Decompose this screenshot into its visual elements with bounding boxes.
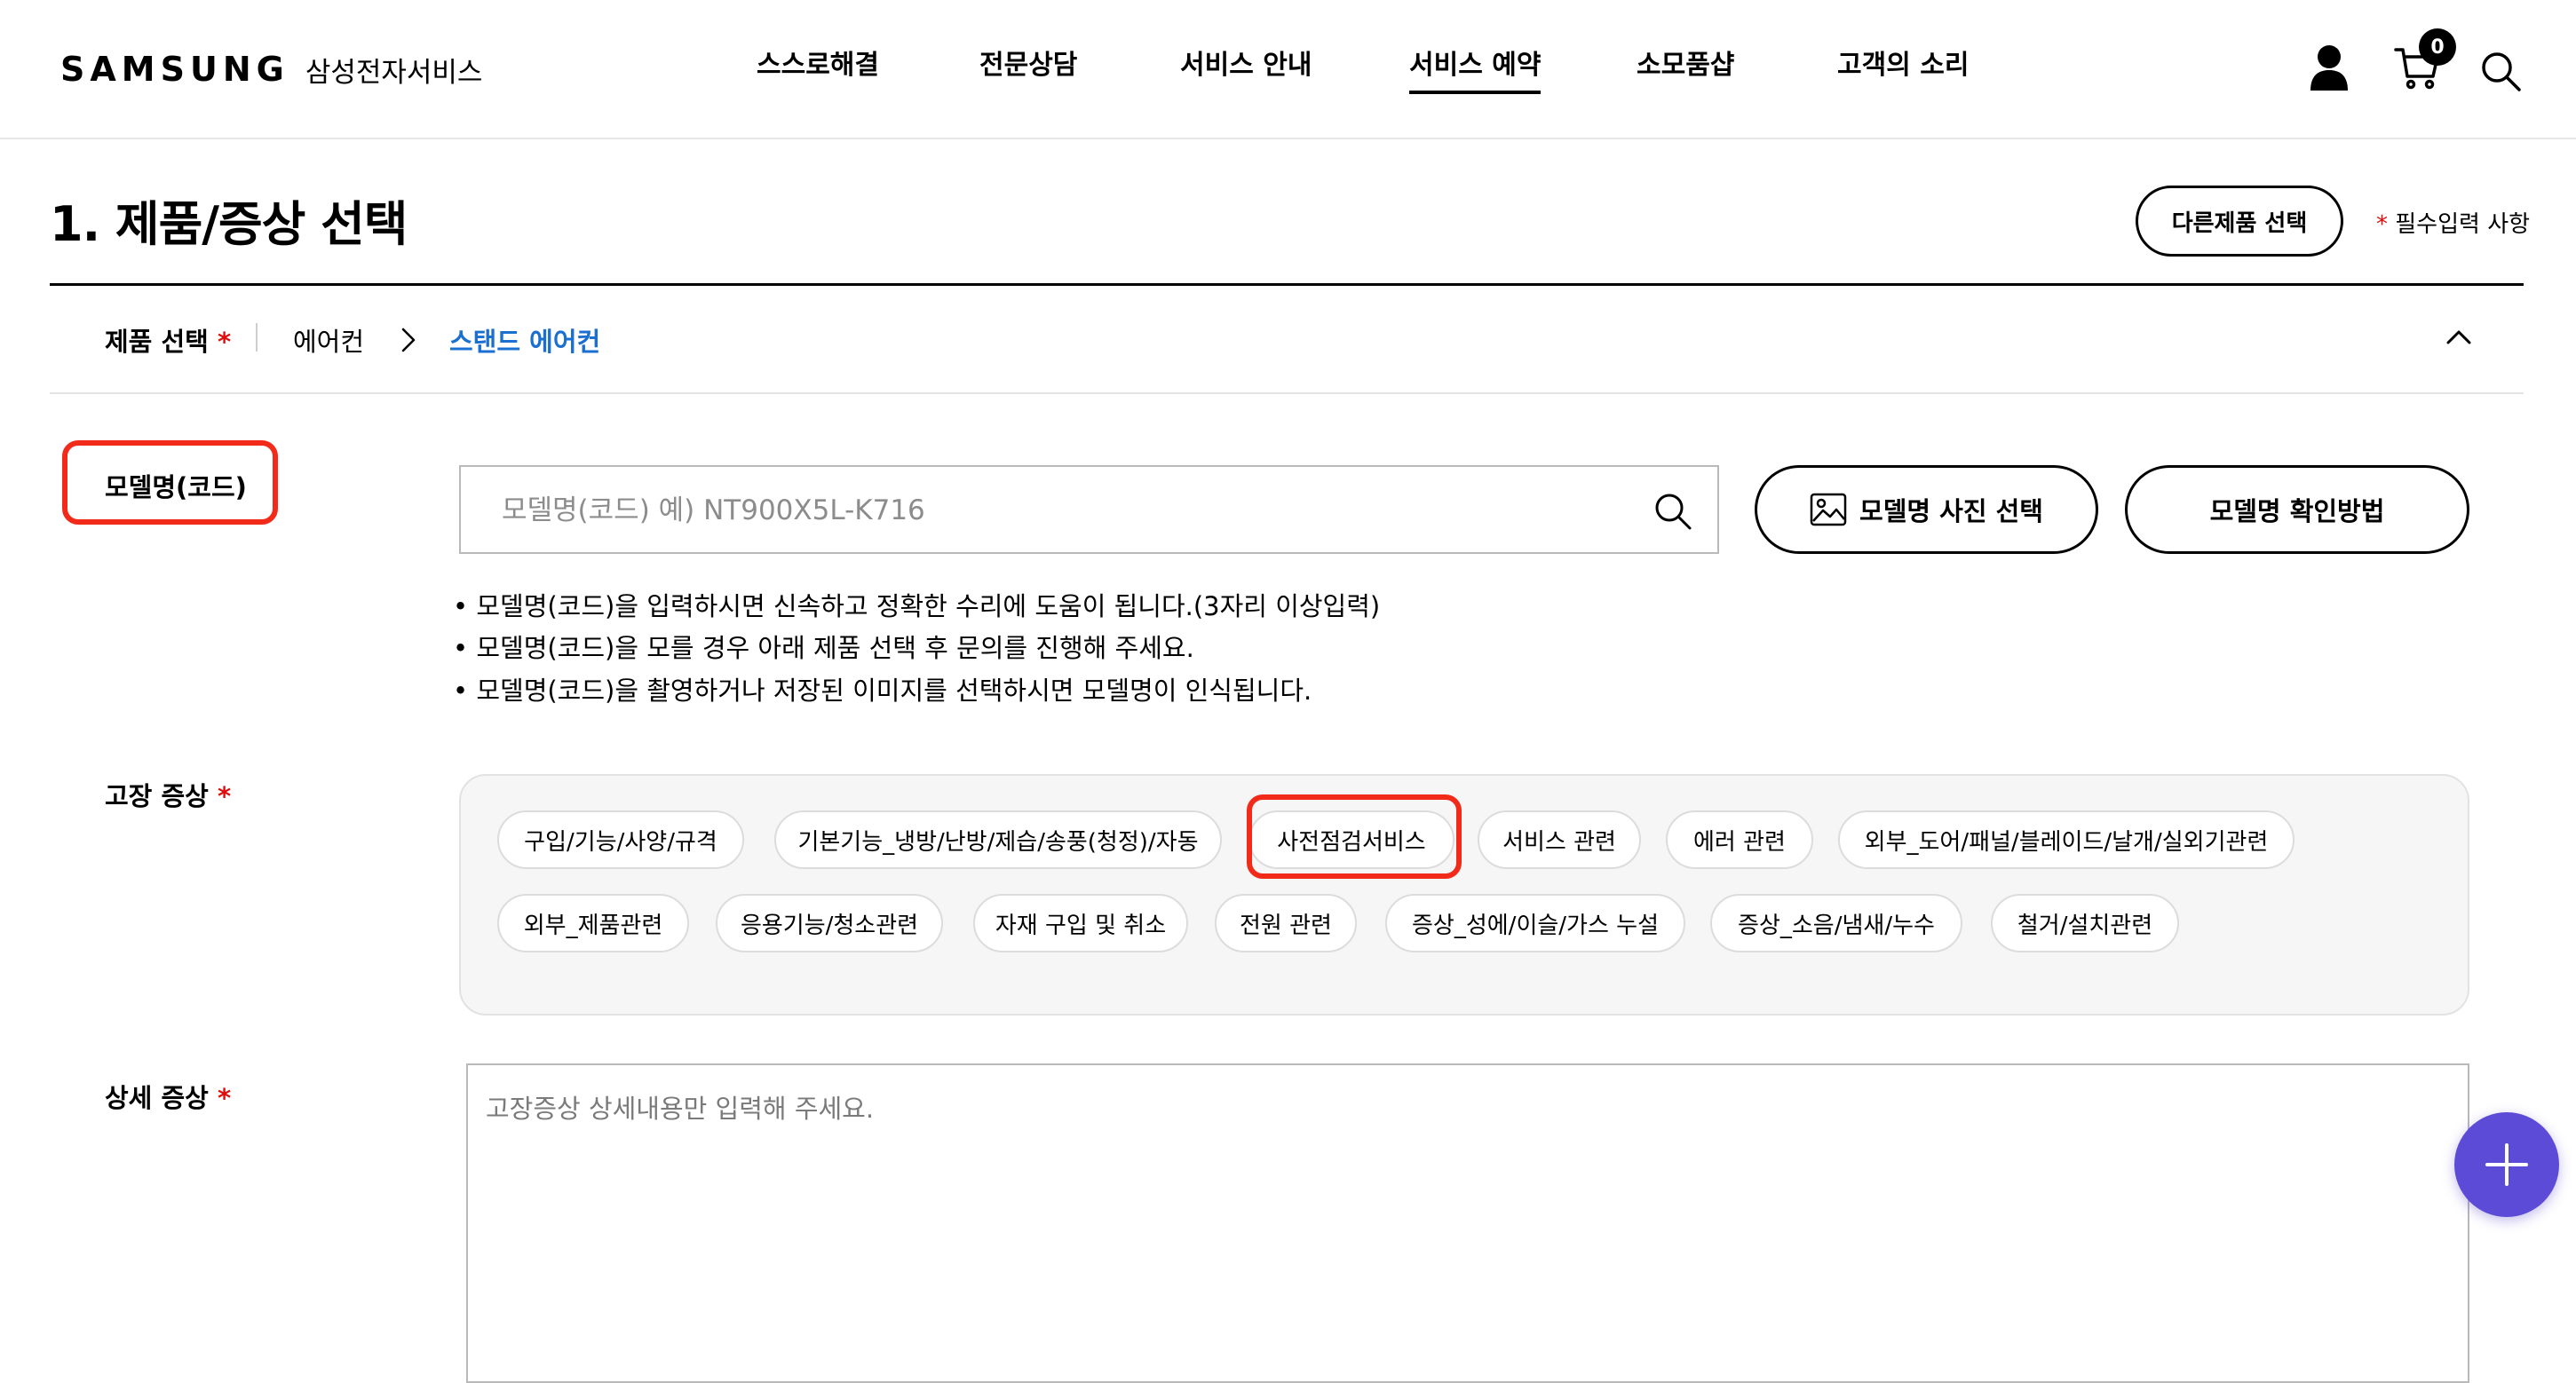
breadcrumb-category[interactable]: 에어컨 [293,321,364,359]
logo-subtitle: 삼성전자서비스 [305,56,483,89]
model-hint-2: • 모델명(코드)을 모를 경우 아래 제품 선택 후 문의를 진행해 주세요. [453,633,1194,663]
breadcrumb-divider [256,323,258,352]
image-icon [1810,493,1847,526]
symptom-chip[interactable]: 응용기능/청소관련 [716,894,943,952]
model-hint-1: • 모델명(코드)을 입력하시면 신속하고 정확한 수리에 도움이 됩니다.(3… [453,591,1381,621]
nav-consultation[interactable]: 전문상담 [979,43,1077,87]
symptom-chip[interactable]: 전원 관련 [1215,894,1357,952]
model-photo-button-label: 모델명 사진 선택 [1859,496,2043,526]
symptom-chip[interactable]: 구입/기능/사양/규격 [497,810,744,869]
other-product-button[interactable]: 다른제품 선택 [2136,186,2343,257]
symptom-chip[interactable]: 자재 구입 및 취소 [973,894,1188,952]
required-star: * [217,1083,232,1113]
symptom-chip[interactable]: 증상_성에/이슬/가스 누설 [1385,894,1685,952]
product-select-label-text: 제품 선택 [105,327,209,357]
site-header: SAMSUNG 삼성전자서비스 스스로해결 전문상담 서비스 안내 서비스 예약… [0,0,2576,139]
model-hint-1-text: 모델명(코드)을 입력하시면 신속하고 정확한 수리에 도움이 됩니다.(3자리… [476,591,1381,621]
user-icon[interactable] [2309,44,2350,91]
required-star: * [217,327,232,357]
chevron-right-icon [400,327,417,353]
search-icon[interactable] [2479,50,2522,92]
page-title: 1. 제품/증상 선택 [50,196,408,252]
symptom-chip[interactable]: 에러 관련 [1666,810,1813,869]
nav-service-guide[interactable]: 서비스 안내 [1180,43,1312,87]
title-divider [50,283,2524,286]
symptom-chip[interactable]: 서비스 관련 [1478,810,1641,869]
nav-customer-voice[interactable]: 고객의 소리 [1837,43,1969,87]
required-note-text: 필수입력 사항 [2395,211,2531,238]
required-star: * [217,781,232,811]
model-search-box [459,465,1719,554]
samsung-logo[interactable]: SAMSUNG 삼성전자서비스 [60,44,482,94]
nav-self-solve[interactable]: 스스로해결 [757,43,879,87]
breadcrumb-selected-product[interactable]: 스탠드 에어컨 [449,321,600,359]
model-search-input[interactable] [500,467,1622,554]
logo-wordmark: SAMSUNG [60,50,289,89]
model-hint-2-text: 모델명(코드)을 모를 경우 아래 제품 선택 후 문의를 진행해 주세요. [476,633,1194,663]
plus-icon [2482,1140,2532,1189]
required-star: * [2376,211,2388,238]
cart-count-badge: 0 [2419,28,2456,66]
search-icon[interactable] [1653,492,1692,531]
detail-symptom-box [466,1063,2469,1383]
model-hint-3: • 모델명(코드)을 촬영하거나 저장된 이미지를 선택하시면 모델명이 인식됩… [453,676,1312,706]
symptom-chip[interactable]: 철거/설치관련 [1991,894,2179,952]
detail-label-text: 상세 증상 [105,1083,209,1113]
symptom-chip[interactable]: 증상_소음/냄새/누수 [1710,894,1962,952]
nav-service-reservation[interactable]: 서비스 예약 [1409,43,1542,94]
symptom-chip[interactable]: 외부_제품관련 [497,894,689,952]
required-note: * 필수입력 사항 [2376,206,2530,239]
model-label: 모델명(코드) [105,472,247,502]
chevron-up-icon[interactable] [2445,328,2472,346]
symptom-chip[interactable]: 기본기능_냉방/난방/제습/송풍(청정)/자동 [774,810,1222,869]
symptom-label-text: 고장 증상 [105,781,209,811]
symptom-chip[interactable]: 외부_도어/패널/블레이드/날개/실외기관련 [1838,810,2295,869]
symptom-highlight [1247,794,1462,879]
detail-symptom-textarea[interactable] [468,1065,2468,1381]
nav-consumables-shop[interactable]: 소모품샵 [1637,43,1734,87]
breadcrumb-divider-line [50,392,2524,394]
symptom-label: 고장 증상 * [105,776,231,813]
model-hint-3-text: 모델명(코드)을 촬영하거나 저장된 이미지를 선택하시면 모델명이 인식됩니다… [476,676,1312,706]
product-select-label: 제품 선택 * [105,321,231,359]
floating-plus-button[interactable] [2454,1112,2559,1217]
detail-label: 상세 증상 * [105,1078,231,1115]
model-photo-button[interactable]: 모델명 사진 선택 [1755,465,2098,554]
model-help-button[interactable]: 모델명 확인방법 [2125,465,2469,554]
